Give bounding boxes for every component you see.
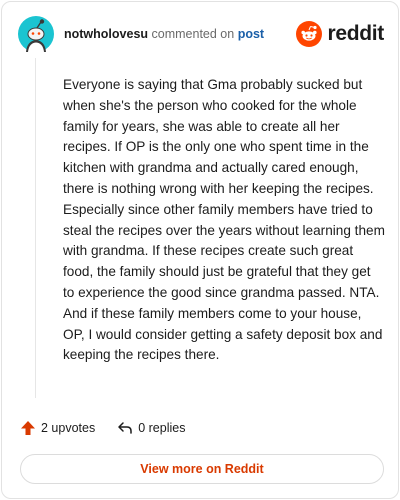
reply-arrow-icon	[118, 422, 132, 434]
post-link[interactable]: post	[238, 27, 264, 41]
username-link[interactable]: notwholovesu	[64, 27, 148, 41]
reddit-logo[interactable]: reddit	[296, 20, 384, 48]
upvote-arrow-icon	[21, 421, 35, 435]
reddit-snoo-avatar-icon	[18, 16, 54, 52]
upvote-count: 2 upvotes	[41, 421, 96, 435]
view-more-button[interactable]: View more on Reddit	[20, 454, 384, 484]
comment-header: notwholovesu commented on post reddit	[18, 16, 384, 52]
thread-line	[35, 58, 36, 398]
logo-wordmark: reddit	[327, 22, 384, 45]
user-avatar[interactable]	[18, 16, 54, 52]
comment-actions: 2 upvotes 0 replies	[20, 418, 185, 438]
reply-count: 0 replies	[138, 421, 186, 435]
upvote-button[interactable]: 2 upvotes	[20, 420, 95, 436]
embedded-comment-card: notwholovesu commented on post reddit Ev…	[1, 1, 399, 499]
comment-meta: notwholovesu commented on post	[64, 27, 264, 41]
reddit-logo-icon	[296, 21, 323, 47]
replies-button[interactable]: 0 replies	[117, 420, 185, 436]
action-text: commented on	[151, 27, 235, 41]
comment-body: Everyone is saying that Gma probably suc…	[63, 77, 385, 363]
